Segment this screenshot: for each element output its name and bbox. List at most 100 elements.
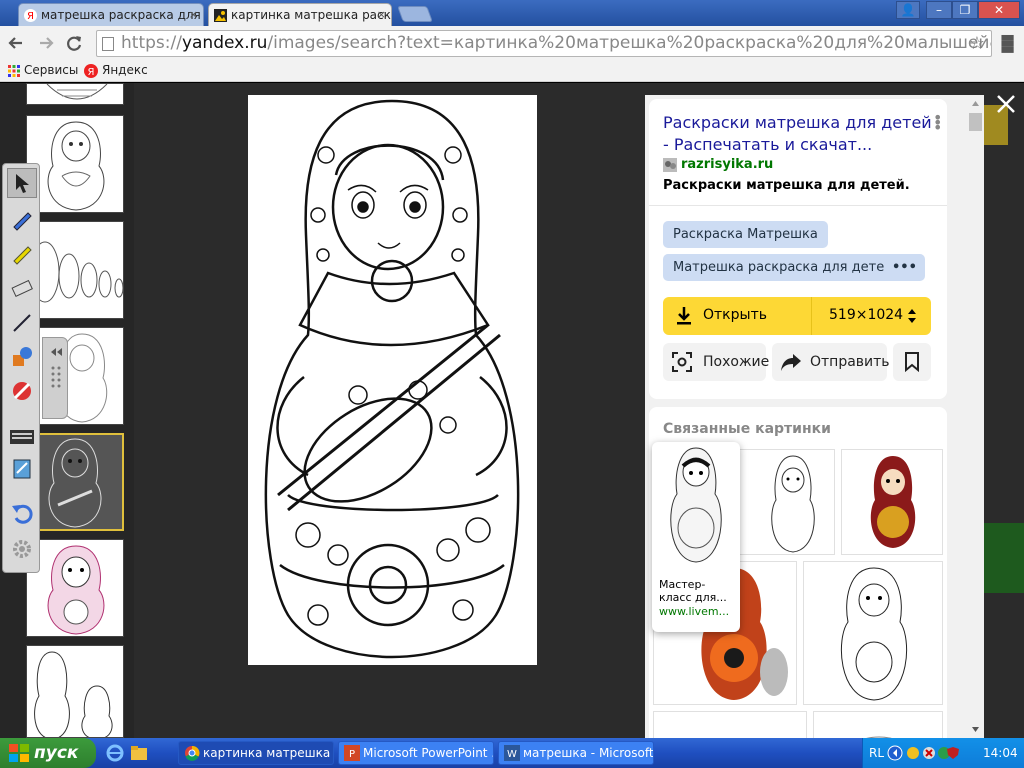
result-card: Раскраски матрешка для детей - Распечата…	[649, 99, 947, 399]
line-icon	[13, 314, 31, 332]
svg-text:Я: Я	[27, 11, 34, 22]
more-tags-button[interactable]: •••	[884, 254, 925, 281]
share-arrow-icon	[781, 354, 801, 371]
reload-button[interactable]	[64, 33, 84, 53]
taskbar-item-word[interactable]: W матрешка - Microsoft...	[498, 741, 654, 765]
maximize-button[interactable]: ❐	[952, 1, 978, 19]
similar-button[interactable]: Похожие	[663, 343, 770, 381]
save-bookmark-button[interactable]	[893, 343, 931, 381]
image-search-icon	[214, 9, 227, 22]
pen-tool[interactable]	[7, 204, 37, 234]
taskbar-item-powerpoint[interactable]: P Microsoft PowerPoint ...	[338, 741, 494, 765]
insert-space-tool[interactable]	[7, 454, 37, 484]
word-icon: W	[504, 745, 520, 761]
tag-chip[interactable]: Раскраска Матрешка	[663, 221, 828, 248]
bookmark-label: Сервисы	[24, 63, 79, 77]
tab-image-search[interactable]: картинка матрешка раскра ×	[208, 3, 392, 26]
user-icon[interactable]: 👤	[896, 1, 920, 19]
highlighter-tool[interactable]	[7, 238, 37, 268]
matryoshka-preview-image	[670, 447, 722, 563]
windows-logo-icon	[9, 744, 29, 762]
reload-icon	[67, 36, 82, 51]
scroll-up-icon	[972, 101, 979, 106]
bookmark-icon	[905, 352, 919, 372]
pointer-tool[interactable]	[7, 168, 37, 198]
chrome-menu-icon[interactable]: ▬ ▬ ▬	[1000, 29, 1016, 57]
undo-tool[interactable]	[7, 498, 37, 528]
bookmark-services[interactable]: Сервисы	[8, 63, 78, 77]
clear-ink-icon	[13, 382, 31, 400]
close-viewer-button[interactable]	[995, 93, 1017, 115]
matryoshka-set-thumbnail-image	[34, 651, 113, 737]
new-tab-button[interactable]	[397, 6, 433, 22]
quick-launch-folder-icon[interactable]	[130, 744, 148, 766]
thumbnail[interactable]	[26, 221, 124, 319]
palette-collapse-handle[interactable]	[42, 337, 68, 419]
related-image[interactable]	[841, 449, 943, 555]
close-tab-icon[interactable]: ×	[189, 8, 198, 21]
share-button[interactable]: Отправить	[772, 343, 890, 381]
taskbar-item-chrome[interactable]: картинка матрешка ...	[178, 741, 334, 765]
close-tab-icon[interactable]: ×	[377, 8, 386, 21]
main-image[interactable]	[248, 95, 537, 665]
thumbnail[interactable]	[26, 539, 124, 637]
image-size-selector[interactable]: 519×1024	[829, 307, 903, 323]
pen-tools-palette	[2, 163, 40, 573]
matryoshka-related-image	[840, 567, 908, 701]
browser-toolbar: https://yandex.ru/images/search?text=кар…	[0, 26, 1024, 60]
tab-strip: Я матрешка раскраска для м × картинка ма…	[0, 0, 1024, 26]
keyboard-icon	[10, 430, 34, 444]
tab-yandex-search[interactable]: Я матрешка раскраска для м ×	[18, 3, 204, 26]
related-image[interactable]	[813, 711, 943, 738]
language-indicator[interactable]: RL	[869, 746, 884, 760]
result-domain-link[interactable]: razrisyika.ru	[663, 157, 773, 172]
matryoshka-thumbnail-image	[48, 438, 102, 528]
quick-launch-ie-icon[interactable]	[106, 744, 124, 766]
taskbar-item-label: картинка матрешка ...	[203, 746, 334, 760]
chrome-icon	[185, 745, 200, 761]
scrollbar-thumb[interactable]	[969, 113, 982, 131]
thumbnail[interactable]	[26, 83, 124, 105]
thumbnail[interactable]	[26, 115, 124, 213]
url-path: /images/search?text=картинка%20матрешка%…	[267, 33, 991, 53]
keyboard-tool[interactable]	[7, 422, 37, 452]
thumbnail-selected[interactable]	[26, 433, 124, 531]
url-scheme: https://	[121, 33, 182, 53]
back-arrow-icon	[8, 37, 22, 49]
line-tool[interactable]	[7, 308, 37, 338]
related-image[interactable]	[653, 711, 807, 738]
matryoshka-set-thumbnail-image	[30, 241, 123, 303]
related-image[interactable]	[803, 561, 943, 705]
collapse-handle-icon	[51, 348, 62, 388]
thumbnail[interactable]	[26, 645, 124, 738]
forward-arrow-icon	[40, 37, 54, 49]
forward-button[interactable]	[36, 33, 56, 53]
minimize-button[interactable]: –	[926, 1, 952, 19]
eraser-tool[interactable]	[7, 272, 37, 302]
bookmark-yandex[interactable]: Я Яндекс	[84, 63, 148, 78]
tray-icons	[887, 745, 959, 761]
matryoshka-related-image	[654, 712, 807, 738]
back-button[interactable]	[6, 33, 26, 53]
share-label: Отправить	[810, 354, 890, 370]
matryoshka-related-image	[771, 455, 815, 553]
shapes-tool[interactable]	[7, 342, 37, 372]
clock[interactable]: 14:04	[983, 746, 1018, 760]
start-button[interactable]: пуск	[0, 738, 96, 768]
pen-icon	[13, 212, 32, 231]
thumbnail[interactable]	[26, 327, 124, 425]
panel-scrollbar[interactable]	[967, 95, 984, 738]
result-title-link[interactable]: Раскраски матрешка для детей - Распечата…	[663, 112, 933, 156]
clear-ink-tool[interactable]	[7, 376, 37, 406]
close-window-button[interactable]: ✕	[978, 1, 1020, 19]
bookmark-star-icon[interactable]: ☆	[969, 31, 985, 56]
settings-tool[interactable]	[7, 534, 37, 564]
address-bar[interactable]: https://yandex.ru/images/search?text=кар…	[96, 30, 992, 57]
more-options-icon[interactable]: • • •	[933, 110, 942, 136]
tag-chip[interactable]: Матрешка раскраска для детей	[663, 254, 903, 281]
image-preview-tooltip[interactable]: Мастер-класс для... www.livem...	[652, 442, 740, 632]
related-image[interactable]	[737, 449, 835, 555]
gear-icon	[13, 540, 31, 558]
open-button[interactable]: Открыть 519×1024	[663, 297, 931, 335]
similar-label: Похожие	[703, 354, 770, 370]
